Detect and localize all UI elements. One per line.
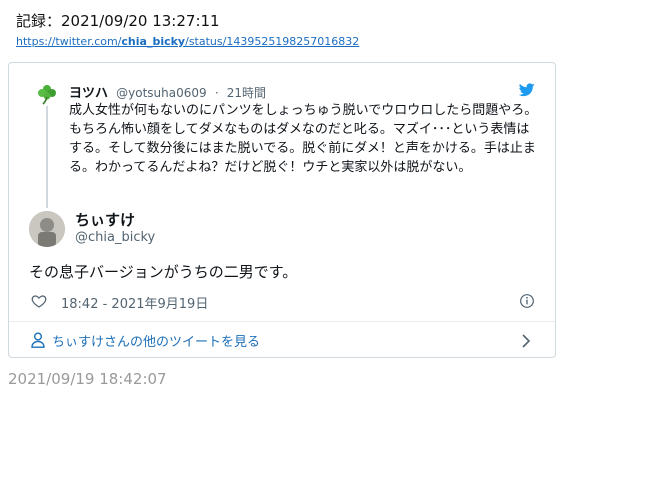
quoted-tweet-time[interactable]: 21時間 — [227, 86, 266, 100]
url-user: chia_bicky — [121, 35, 186, 48]
tweet-timestamp[interactable]: 18:42 - 2021年9月19日 — [61, 293, 208, 312]
author-name[interactable]: ちぃすけ — [75, 209, 135, 230]
user-avatar[interactable] — [29, 211, 65, 247]
quoted-author-name[interactable]: ヨツハ — [69, 86, 108, 101]
captured-timestamp: 2021/09/19 18:42:07 — [8, 370, 167, 388]
author-handle[interactable]: @chia_bicky — [75, 230, 155, 245]
heart-icon[interactable] — [31, 293, 47, 309]
url-suffix: /status/1439525198257016832 — [185, 35, 360, 48]
url-prefix: https://twitter.com/ — [16, 35, 122, 48]
clover-avatar-icon[interactable] — [37, 83, 57, 105]
more-tweets-label: ちぃすけさんの他のツイートを見る — [52, 335, 261, 350]
more-tweets-link[interactable]: ちぃすけさんの他のツイートを見る — [9, 322, 555, 358]
record-title: 記録：2021/09/20 13:27:11 — [16, 12, 220, 30]
quoted-author-handle[interactable]: @yotsuha0609 — [116, 86, 207, 100]
meta-separator: · — [214, 86, 219, 100]
tweet-url-link[interactable]: https://twitter.com/chia_bicky/status/14… — [16, 35, 359, 48]
info-icon[interactable] — [519, 293, 535, 309]
quoted-tweet-header: ヨツハ @yotsuha0609 · 21時間 — [69, 82, 266, 101]
quoted-tweet-text: 成人女性が何もないのにパンツをしょっちゅう脱いでウロウロしたら問題やろ。もちろん… — [69, 103, 538, 175]
person-photo-icon — [29, 211, 65, 247]
tweet-embed-card: ヨツハ @yotsuha0609 · 21時間 成人女性が何もないのにパンツをし… — [8, 62, 556, 358]
tweet-text: その息子バージョンがうちの二男です。 — [29, 263, 298, 281]
chevron-right-icon — [522, 334, 531, 348]
thread-connector-line — [46, 106, 48, 208]
twitter-bird-icon[interactable] — [519, 83, 535, 97]
person-icon — [31, 332, 45, 348]
